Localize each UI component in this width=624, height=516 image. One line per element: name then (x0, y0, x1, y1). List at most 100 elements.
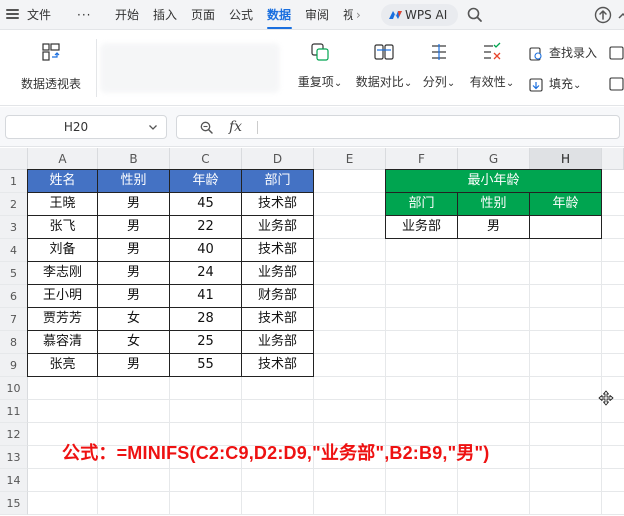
table-cell[interactable]: 女 (97, 330, 170, 354)
table-cell[interactable]: 业务部 (241, 261, 314, 285)
fx-icon[interactable]: fx (229, 116, 242, 138)
table-cell[interactable]: 男 (97, 215, 170, 239)
duplicates-button[interactable]: 重复项⌄ (294, 41, 346, 92)
table-cell[interactable]: 技术部 (241, 307, 314, 331)
min-age-header-cell[interactable]: 年龄 (529, 192, 602, 216)
row-header-5[interactable]: 5 (0, 262, 28, 285)
tab-home[interactable]: 开始 (115, 6, 139, 24)
tab-review[interactable]: 审阅 (305, 6, 329, 24)
formula-input[interactable]: fx (176, 115, 620, 139)
table-cell[interactable]: 张亮 (27, 353, 98, 377)
table-cell[interactable]: 男 (97, 238, 170, 262)
min-age-value-cell[interactable]: 男 (457, 215, 530, 239)
column-header-h[interactable]: H (530, 148, 602, 170)
hamburger-menu-icon[interactable] (6, 9, 19, 20)
table-header-cell[interactable]: 姓名 (27, 169, 98, 193)
row-header-13[interactable]: 13 (0, 446, 28, 469)
find-entry-label: 查找录入 (549, 46, 598, 60)
table-header-cell[interactable]: 部门 (241, 169, 314, 193)
table-cell[interactable]: 慕容清 (27, 330, 98, 354)
tab-page[interactable]: 页面 (191, 6, 215, 24)
row-header-14[interactable]: 14 (0, 469, 28, 492)
column-header-d[interactable]: D (242, 148, 314, 170)
min-age-header-cell[interactable]: 部门 (385, 192, 458, 216)
table-cell[interactable]: 王晓 (27, 192, 98, 216)
select-all-corner[interactable] (0, 148, 28, 170)
table-cell[interactable]: 王小明 (27, 284, 98, 308)
table-cell[interactable]: 刘备 (27, 238, 98, 262)
cloud-upload-icon[interactable] (593, 5, 613, 25)
pivot-table-label: 数据透视表 (20, 77, 81, 91)
tab-view[interactable]: 视 (343, 6, 353, 24)
wps-ai-button[interactable]: WPS AI (381, 4, 458, 26)
table-header-cell[interactable]: 年龄 (169, 169, 242, 193)
zoom-search-icon[interactable] (199, 120, 214, 135)
table-cell[interactable]: 45 (169, 192, 242, 216)
row-header-6[interactable]: 6 (0, 285, 28, 308)
row-header-10[interactable]: 10 (0, 377, 28, 400)
table-cell[interactable]: 22 (169, 215, 242, 239)
table-cell[interactable]: 女 (97, 307, 170, 331)
table-cell[interactable]: 技术部 (241, 238, 314, 262)
name-box[interactable]: H20 (5, 115, 167, 139)
row-header-8[interactable]: 8 (0, 331, 28, 354)
row-header-3[interactable]: 3 (0, 216, 28, 239)
collapse-icon[interactable] (617, 5, 624, 25)
data-compare-button[interactable]: 数据对比⌄ (353, 41, 415, 92)
min-age-value-cell[interactable]: 业务部 (385, 215, 458, 239)
more-menu[interactable]: ··· (77, 6, 91, 24)
row-header-4[interactable]: 4 (0, 239, 28, 262)
spreadsheet-grid[interactable]: A B C D E F G H 1 2 3 4 5 6 7 8 9 10 11 12 13 14 15 姓名 性别 年龄 部门 王晓男… (0, 148, 624, 516)
pivot-table-button[interactable]: 数据透视表 (16, 41, 86, 92)
table-cell[interactable]: 财务部 (241, 284, 314, 308)
chevron-down-icon[interactable] (148, 122, 158, 132)
tab-data[interactable]: 数据 (267, 6, 291, 24)
column-header-c[interactable]: C (170, 148, 242, 170)
table-cell[interactable]: 男 (97, 284, 170, 308)
row-header-11[interactable]: 11 (0, 400, 28, 423)
row-header-15[interactable]: 15 (0, 492, 28, 515)
fill-button[interactable]: 填充⌄ (528, 76, 581, 96)
search-icon[interactable] (465, 5, 485, 25)
column-header-f[interactable]: F (386, 148, 458, 170)
row-header-9[interactable]: 9 (0, 354, 28, 377)
table-cell[interactable]: 贾芳芳 (27, 307, 98, 331)
validity-button[interactable]: 有效性⌄ (468, 41, 516, 92)
split-column-button[interactable]: 分列⌄ (422, 41, 456, 92)
table-cell[interactable]: 男 (97, 192, 170, 216)
table-cell[interactable]: 40 (169, 238, 242, 262)
table-cell[interactable]: 业务部 (241, 330, 314, 354)
row-header-1[interactable]: 1 (0, 170, 28, 193)
column-header-extra[interactable] (602, 148, 624, 170)
tab-insert[interactable]: 插入 (153, 6, 177, 24)
file-menu[interactable]: 文件 (27, 6, 51, 24)
table-cell[interactable]: 28 (169, 307, 242, 331)
tab-formula[interactable]: 公式 (229, 6, 253, 24)
table-cell[interactable]: 张飞 (27, 215, 98, 239)
find-entry-button[interactable]: 查找录入 (528, 45, 597, 65)
table-header-cell[interactable]: 性别 (97, 169, 170, 193)
table-cell[interactable]: 技术部 (241, 353, 314, 377)
table-cell[interactable]: 55 (169, 353, 242, 377)
min-age-value-cell[interactable] (529, 215, 602, 239)
table-cell[interactable]: 男 (97, 353, 170, 377)
min-age-title-cell[interactable]: 最小年龄 (385, 169, 602, 193)
more-tools-icon[interactable] (609, 45, 624, 61)
column-header-a[interactable]: A (28, 148, 98, 170)
row-header-2[interactable]: 2 (0, 193, 28, 216)
table-cell[interactable]: 业务部 (241, 215, 314, 239)
table-cell[interactable]: 男 (97, 261, 170, 285)
row-header-7[interactable]: 7 (0, 308, 28, 331)
table-cell[interactable]: 李志刚 (27, 261, 98, 285)
column-header-b[interactable]: B (98, 148, 170, 170)
column-header-g[interactable]: G (458, 148, 530, 170)
table-cell[interactable]: 24 (169, 261, 242, 285)
min-age-header-cell[interactable]: 性别 (457, 192, 530, 216)
table-cell[interactable]: 25 (169, 330, 242, 354)
tabs-overflow-icon[interactable]: › (356, 6, 361, 24)
table-cell[interactable]: 41 (169, 284, 242, 308)
table-cell[interactable]: 技术部 (241, 192, 314, 216)
more-tools-2-icon[interactable] (609, 76, 624, 92)
column-header-e[interactable]: E (314, 148, 386, 170)
row-header-12[interactable]: 12 (0, 423, 28, 446)
